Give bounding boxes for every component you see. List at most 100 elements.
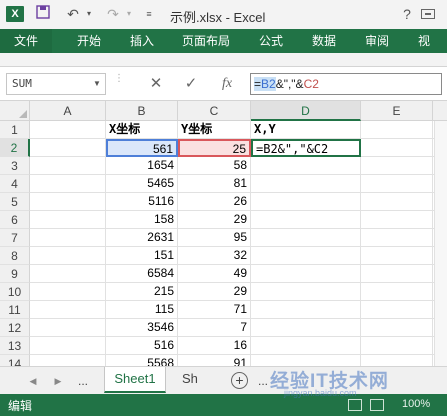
cell-a4[interactable] bbox=[30, 175, 106, 193]
cell-d1[interactable]: X,Y bbox=[251, 121, 361, 139]
cell-e6[interactable] bbox=[361, 211, 433, 229]
cell-b6[interactable]: 158 bbox=[106, 211, 178, 229]
cell-d4[interactable] bbox=[251, 175, 361, 193]
undo-dropdown-icon[interactable]: ▾ bbox=[84, 5, 94, 23]
column-header-e[interactable]: E bbox=[361, 101, 433, 121]
cell-e2[interactable] bbox=[361, 139, 433, 157]
add-sheet-button[interactable]: + bbox=[231, 372, 248, 389]
select-all-corner[interactable] bbox=[0, 101, 30, 121]
cell-a1[interactable] bbox=[30, 121, 106, 139]
sheet-tab-sheet2[interactable]: Sh bbox=[174, 367, 226, 393]
cell-c6[interactable]: 29 bbox=[178, 211, 251, 229]
cell-e5[interactable] bbox=[361, 193, 433, 211]
row-header-5[interactable]: 5 bbox=[0, 193, 30, 211]
row-header-3[interactable]: 3 bbox=[0, 157, 30, 175]
formula-input[interactable]: =B2&","&C2 bbox=[250, 73, 442, 95]
cell-d14[interactable] bbox=[251, 355, 361, 366]
row-header-7[interactable]: 7 bbox=[0, 229, 30, 247]
cell-e11[interactable] bbox=[361, 301, 433, 319]
cell-b5[interactable]: 5116 bbox=[106, 193, 178, 211]
sheet-next-icon[interactable]: ▶ bbox=[49, 371, 67, 391]
cell-a6[interactable] bbox=[30, 211, 106, 229]
cell-a8[interactable] bbox=[30, 247, 106, 265]
cell-b10[interactable]: 215 bbox=[106, 283, 178, 301]
column-header-b[interactable]: B bbox=[106, 101, 178, 121]
vertical-scrollbar[interactable] bbox=[434, 121, 447, 366]
row-header-11[interactable]: 11 bbox=[0, 301, 30, 319]
save-icon[interactable] bbox=[34, 5, 52, 23]
cell-c10[interactable]: 29 bbox=[178, 283, 251, 301]
cancel-formula-button[interactable]: ✕ bbox=[145, 73, 167, 95]
cell-a12[interactable] bbox=[30, 319, 106, 337]
tab-insert[interactable]: 插入 bbox=[130, 29, 154, 53]
cell-a5[interactable] bbox=[30, 193, 106, 211]
cell-e13[interactable] bbox=[361, 337, 433, 355]
undo-icon[interactable]: ↶ bbox=[64, 5, 82, 23]
cell-a13[interactable] bbox=[30, 337, 106, 355]
cell-a2[interactable] bbox=[30, 139, 106, 157]
cell-a9[interactable] bbox=[30, 265, 106, 283]
cell-c14[interactable]: 91 bbox=[178, 355, 251, 366]
cell-b8[interactable]: 151 bbox=[106, 247, 178, 265]
cell-d3[interactable] bbox=[251, 157, 361, 175]
row-header-9[interactable]: 9 bbox=[0, 265, 30, 283]
column-header-a[interactable]: A bbox=[30, 101, 106, 121]
formula-bar-splitter[interactable]: ⋮ bbox=[114, 74, 124, 91]
cell-d12[interactable] bbox=[251, 319, 361, 337]
row-header-4[interactable]: 4 bbox=[0, 175, 30, 193]
cell-c3[interactable]: 58 bbox=[178, 157, 251, 175]
row-header-10[interactable]: 10 bbox=[0, 283, 30, 301]
tab-formulas[interactable]: 公式 bbox=[259, 29, 283, 53]
cell-c1[interactable]: Y坐标 bbox=[178, 121, 251, 139]
cell-c5[interactable]: 26 bbox=[178, 193, 251, 211]
row-header-2[interactable]: 2 bbox=[0, 139, 30, 157]
cell-b1[interactable]: X坐标 bbox=[106, 121, 178, 139]
cell-e1[interactable] bbox=[361, 121, 433, 139]
cell-d5[interactable] bbox=[251, 193, 361, 211]
cell-c7[interactable]: 95 bbox=[178, 229, 251, 247]
cell-d7[interactable] bbox=[251, 229, 361, 247]
cell-e10[interactable] bbox=[361, 283, 433, 301]
redo-dropdown-icon[interactable]: ▾ bbox=[124, 5, 134, 23]
ribbon-display-options-icon[interactable] bbox=[421, 9, 435, 19]
cell-b3[interactable]: 1654 bbox=[106, 157, 178, 175]
cell-d6[interactable] bbox=[251, 211, 361, 229]
cell-a3[interactable] bbox=[30, 157, 106, 175]
tab-data[interactable]: 数据 bbox=[312, 29, 336, 53]
cell-b13[interactable]: 516 bbox=[106, 337, 178, 355]
row-header-6[interactable]: 6 bbox=[0, 211, 30, 229]
cell-d13[interactable] bbox=[251, 337, 361, 355]
cell-c9[interactable]: 49 bbox=[178, 265, 251, 283]
cell-c4[interactable]: 81 bbox=[178, 175, 251, 193]
row-header-12[interactable]: 12 bbox=[0, 319, 30, 337]
worksheet-grid[interactable]: A B C D E 1 X坐标 Y坐标 X,Y 2 561 25 =B2&","&C2 3 165… bbox=[0, 101, 447, 366]
cell-d11[interactable] bbox=[251, 301, 361, 319]
page-layout-view-icon[interactable] bbox=[370, 399, 384, 411]
row-header-8[interactable]: 8 bbox=[0, 247, 30, 265]
cell-c2[interactable]: 25 bbox=[178, 139, 251, 157]
redo-icon[interactable]: ↷ bbox=[104, 5, 122, 23]
cell-e8[interactable] bbox=[361, 247, 433, 265]
quick-access-customize-icon[interactable]: ≡ bbox=[142, 5, 156, 23]
cell-d10[interactable] bbox=[251, 283, 361, 301]
active-cell-d2[interactable]: =B2&","&C2 bbox=[251, 139, 361, 157]
sheet-overflow-right[interactable]: ... bbox=[258, 371, 268, 391]
name-box-dropdown-icon[interactable]: ▼ bbox=[90, 73, 104, 95]
column-header-d[interactable]: D bbox=[251, 101, 361, 121]
tab-home[interactable]: 开始 bbox=[77, 29, 101, 53]
tab-page-layout[interactable]: 页面布局 bbox=[182, 29, 230, 53]
sheet-tab-sheet1[interactable]: Sheet1 bbox=[104, 367, 166, 393]
row-header-1[interactable]: 1 bbox=[0, 121, 30, 139]
row-header-13[interactable]: 13 bbox=[0, 337, 30, 355]
cell-a11[interactable] bbox=[30, 301, 106, 319]
insert-function-button[interactable]: fx bbox=[216, 73, 238, 95]
column-header-c[interactable]: C bbox=[178, 101, 251, 121]
cell-e7[interactable] bbox=[361, 229, 433, 247]
tab-file[interactable]: 文件 bbox=[0, 29, 52, 53]
cell-c11[interactable]: 71 bbox=[178, 301, 251, 319]
cell-b14[interactable]: 5568 bbox=[106, 355, 178, 366]
cell-c8[interactable]: 32 bbox=[178, 247, 251, 265]
cell-d9[interactable] bbox=[251, 265, 361, 283]
cell-b2[interactable]: 561 bbox=[106, 139, 178, 157]
help-icon[interactable]: ? bbox=[398, 5, 416, 23]
